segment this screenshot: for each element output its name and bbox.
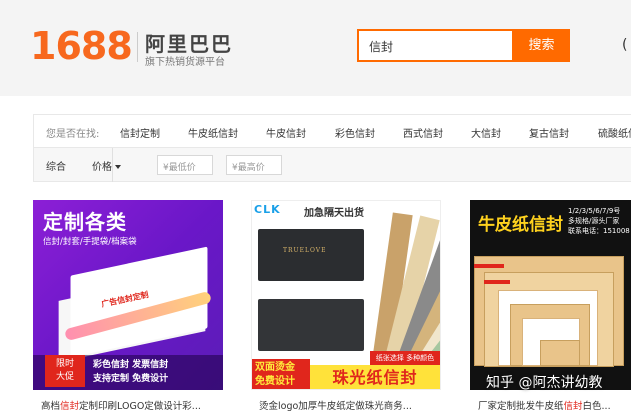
header: 1688 阿里巴巴 旗下热销货源平台 信封 搜索 ( (0, 0, 631, 96)
logo-tagline: 旗下热销货源平台 (145, 57, 225, 68)
product-card[interactable]: 定制各类 信封/封套/手提袋/档案袋 广告信封定制 限时 大促 彩色信封 发票信… (33, 200, 223, 414)
promo-block: 双面烫金 免费设计 (252, 359, 310, 389)
caret-down-icon (115, 165, 121, 169)
promo-line: 彩色信封 发票信封 (93, 360, 169, 370)
image-top-text: 加急隔天出货 (304, 208, 364, 219)
promo-text: 彩色信封 发票信封 支持定制 免费设计 (93, 358, 221, 386)
brand-logo: CLK (254, 203, 281, 216)
product-title[interactable]: 高档信封定制印刷LOGO定做设计彩... (41, 398, 221, 412)
product-image[interactable]: CLK 加急隔天出货 TRUELOVE 纸张选择 多种颜色 双面烫金 免费设计 … (251, 200, 441, 390)
product-image[interactable]: 定制各类 信封/封套/手提袋/档案袋 广告信封定制 限时 大促 彩色信封 发票信… (33, 200, 223, 390)
suggestion-item[interactable]: 大信封 (471, 125, 501, 140)
image-info: 1/2/3/5/6/7/9号 多规格/源头厂家 联系电话：151008 (568, 207, 630, 235)
promo-badge: 限时 大促 (45, 355, 85, 387)
paper-options-strip: 纸张选择 多种颜色 (370, 351, 440, 365)
suggestion-item[interactable]: 彩色信封 (335, 125, 375, 140)
title-text: 高档 (41, 401, 61, 412)
max-price-input[interactable]: ¥最高价 (226, 155, 282, 175)
title-text: 定制印刷LOGO定做设计彩... (79, 401, 201, 412)
title-highlight: 信封 (563, 401, 583, 412)
product-card[interactable]: CLK 加急隔天出货 TRUELOVE 纸张选择 多种颜色 双面烫金 免费设计 … (251, 200, 441, 414)
envelope-stripe (484, 280, 510, 284)
tab-price-label: 价格 (92, 162, 112, 173)
image-headline: 定制各类 (43, 210, 127, 234)
min-price-input[interactable]: ¥最低价 (157, 155, 213, 175)
suggestion-item[interactable]: 硫酸纸信 (598, 125, 631, 140)
suggestion-item[interactable]: 牛皮纸信封 (188, 125, 238, 140)
promo-banner: 珠光纸信封 (310, 365, 440, 389)
header-right-fragment: ( (622, 37, 628, 53)
product-title[interactable]: 烫金logo加厚牛皮纸定做珠光商务... (259, 398, 439, 412)
tab-price[interactable]: 价格 (92, 158, 121, 173)
image-subline: 信封/封套/手提袋/档案袋 (43, 237, 137, 247)
filter-bar: 综合 价格 ¥最低价 - ¥最高价 (33, 148, 631, 182)
product-image[interactable]: 牛皮纸信封 1/2/3/5/6/7/9号 多规格/源头厂家 联系电话：15100… (470, 200, 631, 390)
envelope-shape (540, 340, 580, 366)
suggestion-item[interactable]: 信封定制 (120, 125, 160, 140)
title-highlight: 信封 (60, 401, 80, 412)
search-input[interactable]: 信封 (357, 29, 514, 62)
logo-1688[interactable]: 1688 (30, 24, 133, 68)
suggestion-item[interactable]: 复古信封 (529, 125, 569, 140)
suggestion-item[interactable]: 西式信封 (403, 125, 443, 140)
suggestion-bar: 您是否在找: 信封定制 牛皮纸信封 牛皮信封 彩色信封 西式信封 大信封 复古信… (33, 114, 631, 148)
suggestion-item[interactable]: 牛皮信封 (266, 125, 306, 140)
title-text: 厂家定制批发牛皮纸 (478, 401, 564, 412)
image-headline: 牛皮纸信封 (478, 215, 563, 235)
logo-divider (137, 32, 138, 62)
title-text: 烫金logo加厚牛皮纸定做珠光商务... (259, 401, 412, 412)
envelope-label: TRUELOVE (283, 247, 327, 254)
product-title[interactable]: 厂家定制批发牛皮纸信封白色... (478, 398, 631, 412)
envelope-shape (258, 299, 364, 351)
tab-comprehensive[interactable]: 综合 (46, 158, 66, 173)
watermark-text: 知乎 @阿杰讲幼教 (486, 375, 603, 391)
search-button[interactable]: 搜索 (513, 29, 570, 62)
suggestion-label: 您是否在找: (46, 129, 100, 140)
envelope-stripe (474, 264, 504, 268)
title-text: 白色... (582, 401, 611, 412)
envelope-shape: TRUELOVE (258, 229, 364, 281)
promo-line: 支持定制 免费设计 (93, 374, 169, 384)
